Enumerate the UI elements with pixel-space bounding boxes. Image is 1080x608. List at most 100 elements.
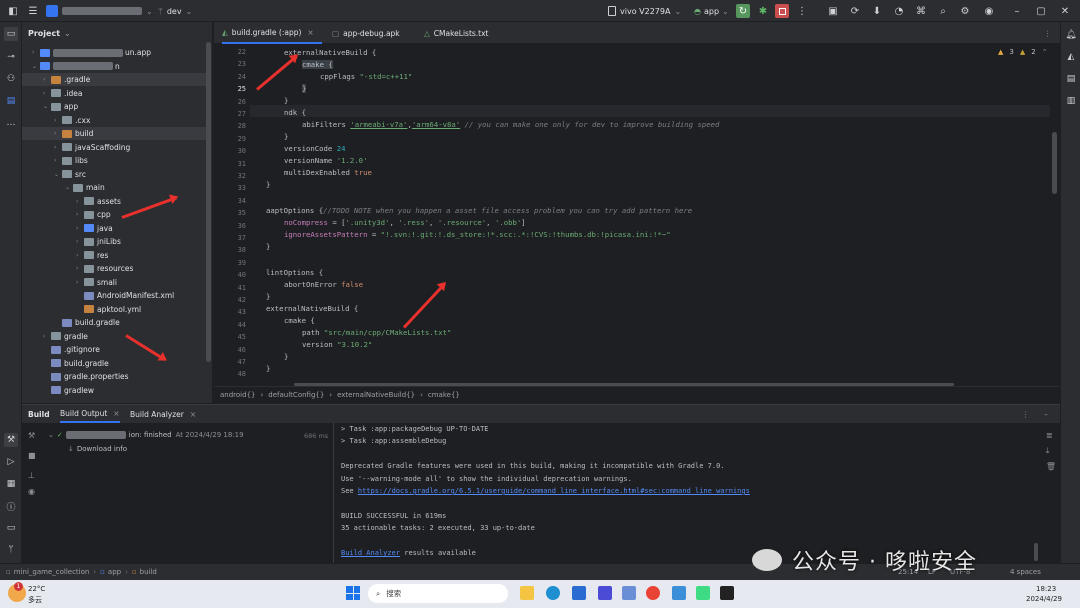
tree-item[interactable]: ⌄ src [22, 168, 207, 181]
tree-item[interactable]: gradlew [22, 384, 207, 397]
taskbar-search[interactable]: ⌕ 搜索 [368, 584, 508, 603]
hide-panel-icon[interactable]: – [1044, 405, 1048, 423]
chevron-up-icon[interactable]: ⌃ [1042, 48, 1048, 56]
more-tools-icon[interactable]: … [4, 116, 18, 130]
tree-item[interactable]: › build [22, 127, 207, 140]
tree-item[interactable]: ⌄ app [22, 100, 207, 113]
chevron-icon[interactable]: › [54, 117, 62, 124]
main-menu-icon[interactable]: ☰ [26, 4, 40, 18]
notifications-icon[interactable]: 🔔︎ [1064, 28, 1078, 42]
device-explorer-icon[interactable]: ▤ [1064, 72, 1078, 86]
chevron-icon[interactable]: › [54, 130, 62, 137]
tree-item[interactable]: › gradle [22, 330, 207, 343]
view-icon[interactable]: ◉ [28, 487, 35, 496]
logcat-icon[interactable]: ▦ [4, 477, 18, 491]
chevron-icon[interactable]: › [76, 238, 84, 245]
project-folder-icon[interactable]: ▭ [4, 27, 18, 41]
breadcrumb-item[interactable]: cmake{} [428, 391, 460, 399]
tree-item[interactable]: gradle.properties [22, 370, 207, 383]
more-actions-icon[interactable]: ⋮ [795, 4, 809, 18]
sync-icon[interactable]: ⟳ [848, 4, 862, 18]
close-icon[interactable]: ✕ [1058, 4, 1072, 18]
output-scrollbar[interactable] [1034, 543, 1038, 561]
scroll-to-end-icon[interactable]: ⤓ [1046, 446, 1056, 456]
terminal-icon[interactable]: ▭ [4, 521, 18, 535]
tree-item[interactable]: AndroidManifest.xml [22, 289, 207, 302]
account-icon[interactable]: ◉ [982, 4, 996, 18]
tree-item[interactable]: build.gradle [22, 316, 207, 329]
tree-item[interactable]: ⌄ main [22, 181, 207, 194]
docs-link[interactable]: https://docs.gradle.org/6.5.1/userguide/… [358, 487, 750, 495]
chevron-icon[interactable]: › [43, 90, 51, 97]
android-studio-icon[interactable] [696, 586, 710, 600]
chrome-icon[interactable] [646, 586, 660, 600]
build-tool-icon[interactable]: ⚒ [4, 433, 18, 447]
tree-item[interactable]: › un.app [22, 46, 207, 59]
tab-cmakelists[interactable]: △ CMakeLists.txt [424, 22, 514, 44]
tab-build-gradle[interactable]: ◭ build.gradle (:app) × [222, 22, 322, 44]
inspector-icon[interactable]: ⌘ [914, 4, 928, 18]
debug-icon[interactable]: ✱ [756, 4, 770, 18]
tree-item[interactable]: › .gradle [22, 73, 207, 86]
sdk-manager-icon[interactable]: ⬇ [870, 4, 884, 18]
minimize-icon[interactable]: – [1010, 4, 1024, 18]
tree-item[interactable]: apktool.yml [22, 303, 207, 316]
git-icon[interactable]: ᛘ [4, 543, 18, 557]
chevron-icon[interactable]: › [43, 333, 51, 340]
panel-options-icon[interactable]: ⋮ [1022, 405, 1030, 423]
chevron-icon[interactable]: › [54, 157, 62, 164]
tree-item[interactable]: › libs [22, 154, 207, 167]
tree-item[interactable]: › javaScaffoding [22, 141, 207, 154]
chevron-icon[interactable]: › [54, 144, 62, 151]
chevron-icon[interactable]: › [76, 265, 84, 272]
start-icon[interactable] [346, 586, 360, 600]
tree-item[interactable]: › jniLibs [22, 235, 207, 248]
bookmarks-icon[interactable]: ▤ [4, 94, 18, 108]
chevron-icon[interactable]: ⌄ [65, 184, 73, 191]
chevron-icon[interactable]: › [76, 225, 84, 232]
maximize-icon[interactable]: ▢ [1034, 4, 1048, 18]
editor-scrollbar[interactable] [1052, 132, 1057, 194]
chevron-icon[interactable]: › [76, 211, 84, 218]
tree-item[interactable]: ⌄ n [22, 60, 207, 73]
status-path-app[interactable]: app [108, 568, 121, 576]
hammer-icon[interactable]: ⚒ [28, 431, 35, 440]
breadcrumb-item[interactable]: defaultConfig{} [268, 391, 324, 399]
chevron-icon[interactable]: › [43, 76, 51, 83]
tree-item[interactable]: › resources [22, 262, 207, 275]
pin-icon[interactable]: ⊥ [28, 471, 35, 480]
project-selector[interactable]: ⌄ [46, 0, 153, 22]
tree-item[interactable]: › .idea [22, 87, 207, 100]
app-icon[interactable] [598, 586, 612, 600]
device-selector[interactable]: vivo V2279A ⌄ [608, 0, 681, 22]
chevron-icon[interactable]: › [76, 198, 84, 205]
run-tool-icon[interactable]: ▷ [4, 455, 18, 469]
stop-build-icon[interactable]: ■ [28, 451, 36, 460]
settings-icon[interactable]: ⚙ [958, 4, 972, 18]
trash-icon[interactable]: 🗑︎ [1046, 462, 1056, 471]
tab-options-icon[interactable]: ⋮ [1044, 22, 1052, 44]
soft-wrap-icon[interactable]: ≣ [1046, 431, 1056, 440]
search-icon[interactable]: ⌕ [936, 4, 950, 18]
breadcrumb-item[interactable]: externalNativeBuild{} [337, 391, 415, 399]
inspection-widget[interactable]: ▲ 3 ▲ 2 ⌃ [998, 48, 1048, 56]
store-icon[interactable] [572, 586, 586, 600]
app-icon[interactable] [672, 586, 686, 600]
tree-item[interactable]: › java [22, 222, 207, 235]
device-manager-icon[interactable]: ▣ [826, 4, 840, 18]
status-path-project[interactable]: mini_game_collection [14, 568, 90, 576]
chevron-icon[interactable]: ⌄ [32, 63, 40, 70]
commit-icon[interactable]: ⊸ [4, 50, 18, 64]
chevron-icon[interactable]: ⌄ [54, 171, 62, 178]
breadcrumb-item[interactable]: android{} [220, 391, 255, 399]
close-tab-icon[interactable]: × [190, 410, 196, 419]
app-icon[interactable] [622, 586, 636, 600]
tree-item[interactable]: build.gradle [22, 357, 207, 370]
resource-manager-icon[interactable]: ⚇ [4, 72, 18, 86]
clock-date[interactable]: 2024/4/29 [1026, 595, 1062, 603]
tree-item[interactable]: › cpp [22, 208, 207, 221]
gradle-icon[interactable]: ◭ [1064, 50, 1078, 64]
tab-build-analyzer[interactable]: Build Analyzer × [130, 405, 196, 423]
chevron-icon[interactable]: ⌄ [43, 103, 51, 110]
stop-icon[interactable] [775, 4, 789, 18]
